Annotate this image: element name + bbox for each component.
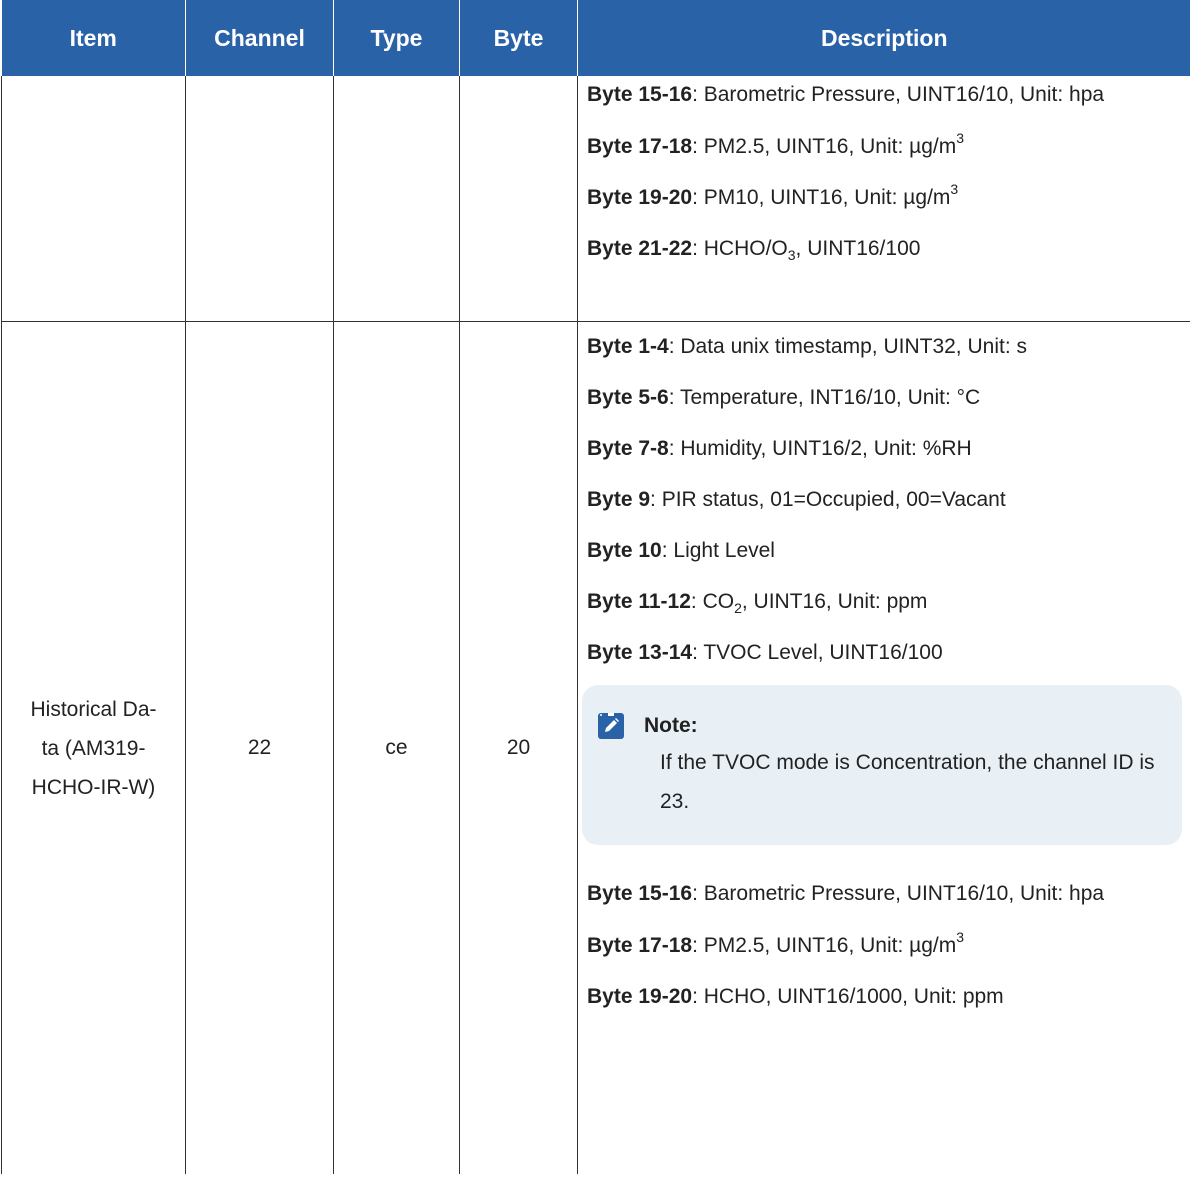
byte-text: : PM2.5, UINT16, Unit: µg/m [692, 934, 957, 957]
byte-text: : HCHO/O [692, 237, 788, 260]
byte-text: : PM10, UINT16, Unit: µg/m [692, 186, 951, 209]
cell-byte-empty [459, 76, 578, 322]
byte-label: Byte 10 [587, 539, 662, 562]
byte-text: : Temperature, INT16/10, Unit: °C [668, 386, 981, 409]
cell-description: Byte 1-4: Data unix timestamp, UINT32, U… [577, 321, 1190, 1174]
byte-text: , UINT16, Unit: ppm [741, 590, 928, 613]
item-line: Historical Da- [30, 697, 157, 721]
byte-text: : Data unix timestamp, UINT32, Unit: s [668, 335, 1027, 358]
byte-text: : PM2.5, UINT16, Unit: µg/m [692, 135, 957, 158]
header-description: Description [577, 0, 1190, 76]
description-line: Byte 17-18: PM2.5, UINT16, Unit: µg/m3 [587, 927, 1182, 965]
description-line: Byte 11-12: CO2, UINT16, Unit: ppm [587, 583, 1182, 621]
byte-text: : CO [690, 590, 735, 613]
description-line: Byte 15-16: Barometric Pressure, UINT16/… [587, 875, 1182, 913]
cell-channel: 22 [185, 321, 334, 1174]
byte-label: Byte 17-18 [587, 934, 693, 957]
cell-type: ce [333, 321, 460, 1174]
table-row: Byte 15-16: Barometric Pressure, UINT16/… [1, 76, 1190, 322]
cell-description: Byte 15-16: Barometric Pressure, UINT16/… [577, 76, 1190, 322]
byte-text: : Humidity, UINT16/2, Unit: %RH [668, 437, 972, 460]
byte-label: Byte 7-8 [587, 437, 669, 460]
cell-item-empty [1, 76, 186, 322]
description-line: Byte 13-14: TVOC Level, UINT16/100 [587, 634, 1182, 672]
note-header: Note: [598, 711, 1162, 741]
note-box: Note: If the TVOC mode is Concentration,… [582, 685, 1182, 845]
description-line: Byte 17-18: PM2.5, UINT16, Unit: µg/m3 [587, 128, 1182, 166]
payload-table: Item Channel Type Byte Description Byte … [1, 0, 1190, 1174]
byte-label: Byte 17-18 [587, 135, 693, 158]
description-line: Byte 1-4: Data unix timestamp, UINT32, U… [587, 328, 1182, 366]
subscript: 3 [787, 247, 796, 264]
byte-label: Byte 9 [587, 488, 651, 511]
description-line: Byte 15-16: Barometric Pressure, UINT16/… [587, 76, 1182, 114]
item-line: HCHO-IR-W) [31, 775, 156, 799]
byte-text: : Barometric Pressure, UINT16/10, Unit: … [692, 882, 1105, 905]
byte-text: : Barometric Pressure, UINT16/10, Unit: … [692, 83, 1105, 106]
byte-label: Byte 5-6 [587, 386, 669, 409]
superscript: 3 [950, 181, 959, 197]
byte-text: : Light Level [661, 539, 775, 562]
cell-channel-empty [185, 76, 334, 322]
description-line: Byte 5-6: Temperature, INT16/10, Unit: °… [587, 379, 1182, 417]
description-line: Byte 21-22: HCHO/O3, UINT16/100 [587, 230, 1182, 268]
subscript: 2 [734, 600, 742, 617]
byte-text: : TVOC Level, UINT16/100 [692, 641, 943, 664]
header-channel: Channel [185, 0, 334, 76]
table-header-row: Item Channel Type Byte Description [1, 0, 1190, 76]
table-row: Historical Da- ta (AM319- HCHO-IR-W) 22 … [1, 321, 1190, 1174]
byte-label: Byte 15-16 [587, 83, 693, 106]
pencil-note-icon [598, 713, 624, 739]
superscript: 3 [956, 130, 965, 146]
byte-text: : HCHO, UINT16/1000, Unit: ppm [692, 985, 1004, 1008]
cell-type-empty [333, 76, 460, 322]
superscript: 3 [956, 929, 965, 945]
byte-label: Byte 19-20 [587, 985, 693, 1008]
cell-item: Historical Da- ta (AM319- HCHO-IR-W) [1, 321, 186, 1174]
item-line: ta (AM319- [41, 736, 146, 760]
byte-text: : PIR status, 01=Occupied, 00=Vacant [650, 488, 1006, 511]
byte-text: , UINT16/100 [795, 237, 921, 260]
header-type: Type [333, 0, 460, 76]
description-line: Byte 7-8: Humidity, UINT16/2, Unit: %RH [587, 430, 1182, 468]
description-line: Byte 9: PIR status, 01=Occupied, 00=Vaca… [587, 481, 1182, 519]
description-line: Byte 19-20: HCHO, UINT16/1000, Unit: ppm [587, 978, 1182, 1016]
cell-byte: 20 [459, 321, 578, 1174]
byte-label: Byte 13-14 [587, 641, 693, 664]
header-item: Item [1, 0, 186, 76]
header-byte: Byte [459, 0, 578, 76]
note-body: If the TVOC mode is Concentration, the c… [660, 751, 1155, 813]
byte-label: Byte 11-12 [587, 590, 691, 613]
note-title: Note: [644, 714, 698, 737]
byte-label: Byte 19-20 [587, 186, 693, 209]
byte-label: Byte 15-16 [587, 882, 693, 905]
description-line: Byte 19-20: PM10, UINT16, Unit: µg/m3 [587, 179, 1182, 217]
byte-label: Byte 21-22 [587, 237, 693, 260]
item-label: Historical Da- ta (AM319- HCHO-IR-W) [2, 690, 185, 807]
description-line: Byte 10: Light Level [587, 532, 1182, 570]
byte-label: Byte 1-4 [587, 335, 669, 358]
